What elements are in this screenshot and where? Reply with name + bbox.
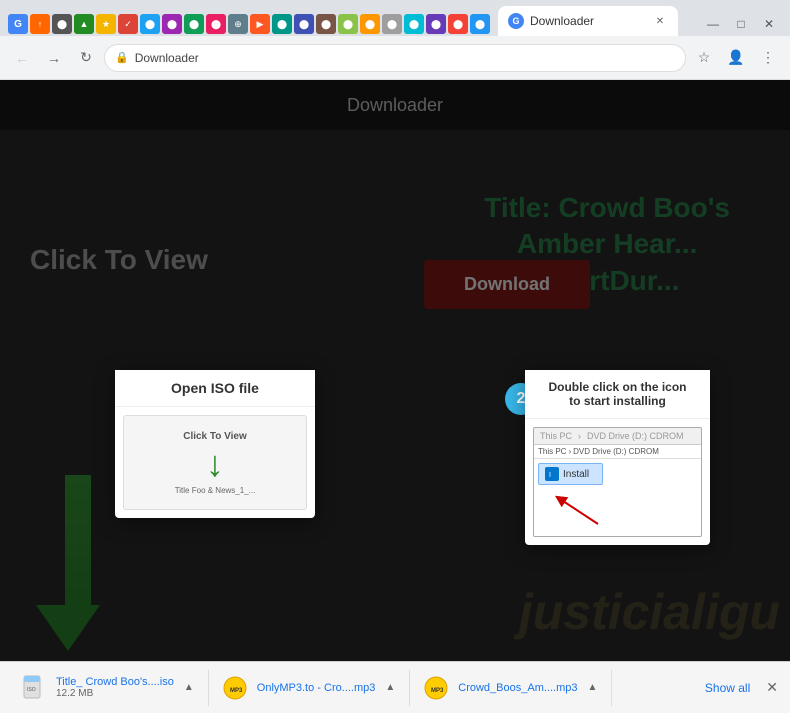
back-button[interactable]: ← — [8, 44, 36, 72]
tooltip2-title: Double click on the icon to start instal… — [537, 380, 698, 408]
minimize-button[interactable]: — — [700, 14, 726, 34]
ext-icon-22[interactable]: ⬤ — [470, 14, 490, 34]
ext-icon-11[interactable]: ⊕ — [228, 14, 248, 34]
install-icon: I — [545, 467, 559, 481]
forward-button[interactable]: → — [40, 44, 68, 72]
svg-text:MP3: MP3 — [431, 688, 444, 694]
ext-icon-12[interactable]: ▶ — [250, 14, 270, 34]
ext-icon-2[interactable]: ↑ — [30, 14, 50, 34]
svg-text:I: I — [549, 472, 551, 479]
download-item-name-3[interactable]: Crowd_Boos_Am....mp3 — [458, 682, 577, 694]
tooltips-layer: 1 Open ISO file Click To View ↓ Title Fo… — [0, 80, 790, 661]
download-item-icon-1: ISO — [20, 674, 48, 702]
ext-icon-3[interactable]: ⬤ — [52, 14, 72, 34]
install-item[interactable]: I Install — [538, 463, 603, 485]
active-tab[interactable]: G Downloader ✕ — [498, 6, 678, 36]
install-header-bar: This PC › DVD Drive (D:) CDROM — [534, 428, 701, 445]
green-download-arrow-icon: ↓ — [206, 446, 224, 482]
ext-icon-4[interactable]: ▲ — [74, 14, 94, 34]
ext-icon-google[interactable]: G — [8, 14, 28, 34]
red-arrow-wrap — [538, 489, 697, 534]
iso-preview: Click To View ↓ Title Foo & News_1_... — [123, 415, 307, 510]
install-preview: This PC › DVD Drive (D:) CDROM This PC ›… — [533, 427, 702, 537]
download-item-size-1: 12.2 MB — [56, 688, 174, 699]
tab-title: Downloader — [530, 14, 646, 28]
download-item-2: MP3 OnlyMP3.to - Cro....mp3 ▲ — [209, 670, 411, 706]
download-item-3: MP3 Crowd_Boos_Am....mp3 ▲ — [410, 670, 612, 706]
tooltip-open-iso: Open ISO file Click To View ↓ Title Foo … — [115, 370, 315, 518]
page-content: Downloader Title: Crowd Boo's Amber Hear… — [0, 80, 790, 661]
close-button[interactable]: ✕ — [756, 14, 782, 34]
ext-icon-17[interactable]: ⬤ — [360, 14, 380, 34]
download-item-info-3: Crowd_Boos_Am....mp3 — [458, 682, 577, 694]
download-item-icon-3: MP3 — [422, 674, 450, 702]
tab-favicon: G — [508, 13, 524, 29]
toolbar-right: ☆ 👤 ⋮ — [690, 44, 782, 72]
show-all-button[interactable]: Show all — [697, 681, 758, 695]
ext-icon-7[interactable]: ⬤ — [140, 14, 160, 34]
browser-frame: G ↑ ⬤ ▲ ★ ✓ ⬤ ⬤ ⬤ ⬤ ⊕ ▶ ⬤ ⬤ ⬤ ⬤ ⬤ ⬤ ⬤ ⬤ … — [0, 0, 790, 713]
tooltip2-body: This PC › DVD Drive (D:) CDROM This PC ›… — [525, 419, 710, 545]
ext-icon-19[interactable]: ⬤ — [404, 14, 424, 34]
ext-icon-10[interactable]: ⬤ — [206, 14, 226, 34]
download-chevron-2[interactable]: ▲ — [383, 680, 397, 695]
download-chevron-1[interactable]: ▲ — [182, 680, 196, 695]
ext-icon-20[interactable]: ⬤ — [426, 14, 446, 34]
download-chevron-3[interactable]: ▲ — [585, 680, 599, 695]
restore-button[interactable]: □ — [728, 14, 754, 34]
red-pointer-arrow — [538, 489, 618, 529]
address-bar[interactable]: 🔒 Downloader — [104, 44, 686, 72]
download-item-icon-2: MP3 — [221, 674, 249, 702]
download-item-name-1[interactable]: Title_ Crowd Boo's....iso — [56, 676, 174, 688]
download-bar: ISO Title_ Crowd Boo's....iso 12.2 MB ▲ … — [0, 661, 790, 713]
tooltip2-header: Double click on the icon to start instal… — [525, 370, 710, 419]
download-item-info-2: OnlyMP3.to - Cro....mp3 — [257, 682, 376, 694]
ext-icon-15[interactable]: ⬤ — [316, 14, 336, 34]
download-item-1: ISO Title_ Crowd Boo's....iso 12.2 MB ▲ — [8, 670, 209, 706]
tooltip-install: Double click on the icon to start instal… — [525, 370, 710, 545]
install-path-bar: This PC › DVD Drive (D:) CDROM — [534, 445, 701, 459]
navigation-toolbar: ← → ↻ 🔒 Downloader ☆ 👤 ⋮ — [0, 36, 790, 80]
download-item-name-2[interactable]: OnlyMP3.to - Cro....mp3 — [257, 682, 376, 694]
ext-icon-13[interactable]: ⬤ — [272, 14, 292, 34]
bookmark-icon[interactable]: ☆ — [690, 44, 718, 72]
tooltip1-title: Open ISO file — [127, 380, 303, 396]
tab-bar: G ↑ ⬤ ▲ ★ ✓ ⬤ ⬤ ⬤ ⬤ ⊕ ▶ ⬤ ⬤ ⬤ ⬤ ⬤ ⬤ ⬤ ⬤ … — [0, 0, 790, 36]
tab-close-button[interactable]: ✕ — [652, 13, 668, 29]
iso-filename: Title Foo & News_1_... — [175, 486, 256, 495]
lock-icon: 🔒 — [115, 51, 129, 64]
ext-icon-8[interactable]: ⬤ — [162, 14, 182, 34]
ext-icon-21[interactable]: ⬤ — [448, 14, 468, 34]
menu-button[interactable]: ⋮ — [754, 44, 782, 72]
ext-icon-5[interactable]: ★ — [96, 14, 116, 34]
ext-icon-18[interactable]: ⬤ — [382, 14, 402, 34]
svg-text:MP3: MP3 — [230, 688, 243, 694]
install-content: I Install — [534, 459, 701, 537]
ext-icon-9[interactable]: ⬤ — [184, 14, 204, 34]
ext-icon-6[interactable]: ✓ — [118, 14, 138, 34]
tooltip1-body: Click To View ↓ Title Foo & News_1_... — [115, 407, 315, 518]
reload-button[interactable]: ↻ — [72, 44, 100, 72]
ext-icon-16[interactable]: ⬤ — [338, 14, 358, 34]
download-item-info-1: Title_ Crowd Boo's....iso 12.2 MB — [56, 676, 174, 699]
iso-preview-text: Click To View — [183, 431, 247, 442]
ext-icon-14[interactable]: ⬤ — [294, 14, 314, 34]
address-text: Downloader — [135, 51, 675, 65]
profile-icon[interactable]: 👤 — [722, 44, 750, 72]
download-bar-close-button[interactable]: ✕ — [762, 675, 782, 700]
svg-text:ISO: ISO — [27, 687, 36, 693]
tooltip1-header: Open ISO file — [115, 370, 315, 407]
